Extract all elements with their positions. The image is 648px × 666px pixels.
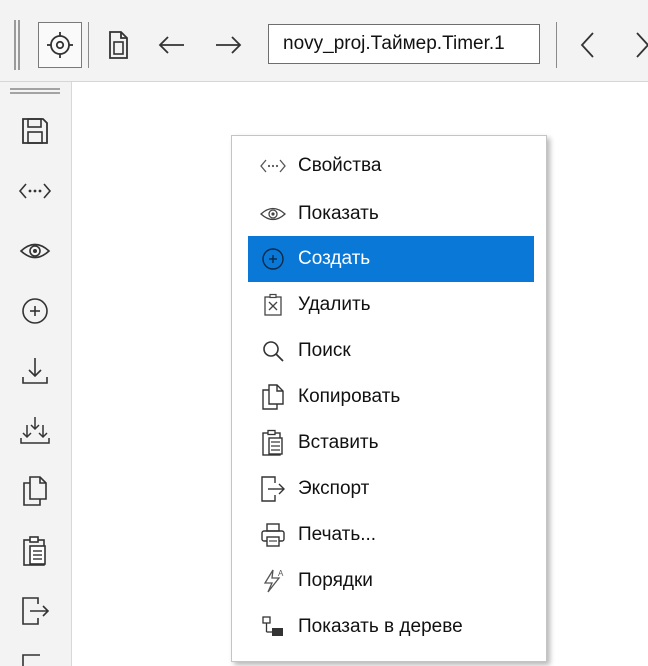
paste-button[interactable] bbox=[10, 528, 60, 574]
document-button[interactable] bbox=[96, 22, 140, 68]
eye-icon bbox=[248, 191, 298, 237]
paste-icon bbox=[21, 535, 49, 567]
locate-button[interactable] bbox=[38, 22, 82, 68]
print-icon bbox=[248, 512, 298, 558]
menu-item-delete[interactable]: Удалить bbox=[248, 282, 534, 328]
menu-item-label: Вставить bbox=[298, 432, 379, 453]
object-path-value: novy_proj.Таймер.Timer.1 bbox=[283, 33, 505, 54]
left-toolbar-grip[interactable] bbox=[10, 88, 60, 94]
create-button[interactable] bbox=[10, 288, 60, 334]
menu-item-label: Копировать bbox=[298, 386, 401, 407]
chevron-right-icon bbox=[632, 30, 648, 60]
back-button[interactable] bbox=[150, 22, 194, 68]
download-icon bbox=[20, 355, 50, 387]
menu-item-label: Создать bbox=[298, 248, 371, 269]
menu-item-label: Свойства bbox=[298, 155, 382, 176]
copy-button[interactable] bbox=[10, 468, 60, 514]
save-button[interactable] bbox=[10, 108, 60, 154]
context-menu: Свойства Показать Создать Удалить Поиск … bbox=[231, 135, 547, 662]
menu-item-copy[interactable]: Копировать bbox=[248, 374, 534, 420]
paste-icon bbox=[248, 420, 298, 466]
menu-item-label: Показать bbox=[298, 203, 379, 224]
show-button[interactable] bbox=[10, 228, 60, 274]
document-icon bbox=[105, 30, 131, 60]
menu-item-orders[interactable]: A Порядки bbox=[248, 558, 534, 604]
menu-item-label: Показать в дереве bbox=[298, 616, 463, 637]
menu-item-export[interactable]: Экспорт bbox=[248, 466, 534, 512]
svg-text:A: A bbox=[278, 569, 284, 578]
menu-item-label: Печать... bbox=[298, 524, 377, 545]
copy-icon bbox=[248, 374, 298, 420]
object-path-field[interactable]: novy_proj.Таймер.Timer.1 bbox=[268, 24, 540, 64]
merge-download-icon bbox=[19, 415, 51, 447]
top-toolbar: novy_proj.Таймер.Timer.1 bbox=[0, 0, 648, 82]
merge-download-button[interactable] bbox=[10, 408, 60, 454]
export-button[interactable] bbox=[10, 588, 60, 634]
menu-item-show-in-tree[interactable]: Показать в дереве bbox=[248, 604, 534, 650]
export-icon bbox=[20, 595, 50, 627]
export-icon bbox=[248, 466, 298, 512]
tree-icon bbox=[248, 604, 298, 650]
menu-item-show[interactable]: Показать bbox=[248, 191, 534, 237]
show-icon bbox=[19, 241, 51, 261]
menu-item-label: Поиск bbox=[298, 340, 351, 361]
menu-item-search[interactable]: Поиск bbox=[248, 328, 534, 374]
menu-item-print[interactable]: Печать... bbox=[248, 512, 534, 558]
app-window: novy_proj.Таймер.Timer.1 Свойства Показа… bbox=[0, 0, 648, 666]
menu-item-properties[interactable]: Свойства bbox=[248, 143, 534, 189]
previous-button[interactable] bbox=[566, 22, 610, 68]
orders-icon: A bbox=[248, 558, 298, 604]
locate-icon bbox=[46, 31, 74, 59]
menu-item-label: Экспорт bbox=[298, 478, 370, 499]
left-toolbar bbox=[0, 82, 72, 666]
save-icon bbox=[20, 116, 50, 146]
download-button[interactable] bbox=[10, 348, 60, 394]
chevron-left-icon bbox=[578, 30, 598, 60]
properties-button[interactable] bbox=[10, 168, 60, 214]
properties-icon bbox=[248, 143, 298, 189]
toolbar-grip[interactable] bbox=[14, 20, 20, 70]
next-button[interactable] bbox=[620, 22, 648, 68]
create-icon bbox=[248, 236, 298, 282]
copy-icon bbox=[20, 475, 50, 507]
more-icon bbox=[20, 652, 50, 666]
toolbar-separator bbox=[88, 22, 89, 68]
menu-item-label: Удалить bbox=[298, 294, 371, 315]
menu-item-create[interactable]: Создать bbox=[248, 236, 534, 282]
toolbar-separator bbox=[556, 22, 557, 68]
properties-icon bbox=[18, 181, 52, 201]
menu-item-paste[interactable]: Вставить bbox=[248, 420, 534, 466]
more-button[interactable] bbox=[10, 644, 60, 666]
delete-icon bbox=[248, 282, 298, 328]
create-icon bbox=[20, 296, 50, 326]
search-icon bbox=[248, 328, 298, 374]
forward-arrow-icon bbox=[213, 35, 243, 55]
forward-button[interactable] bbox=[206, 22, 250, 68]
back-arrow-icon bbox=[157, 35, 187, 55]
menu-item-label: Порядки bbox=[298, 570, 373, 591]
